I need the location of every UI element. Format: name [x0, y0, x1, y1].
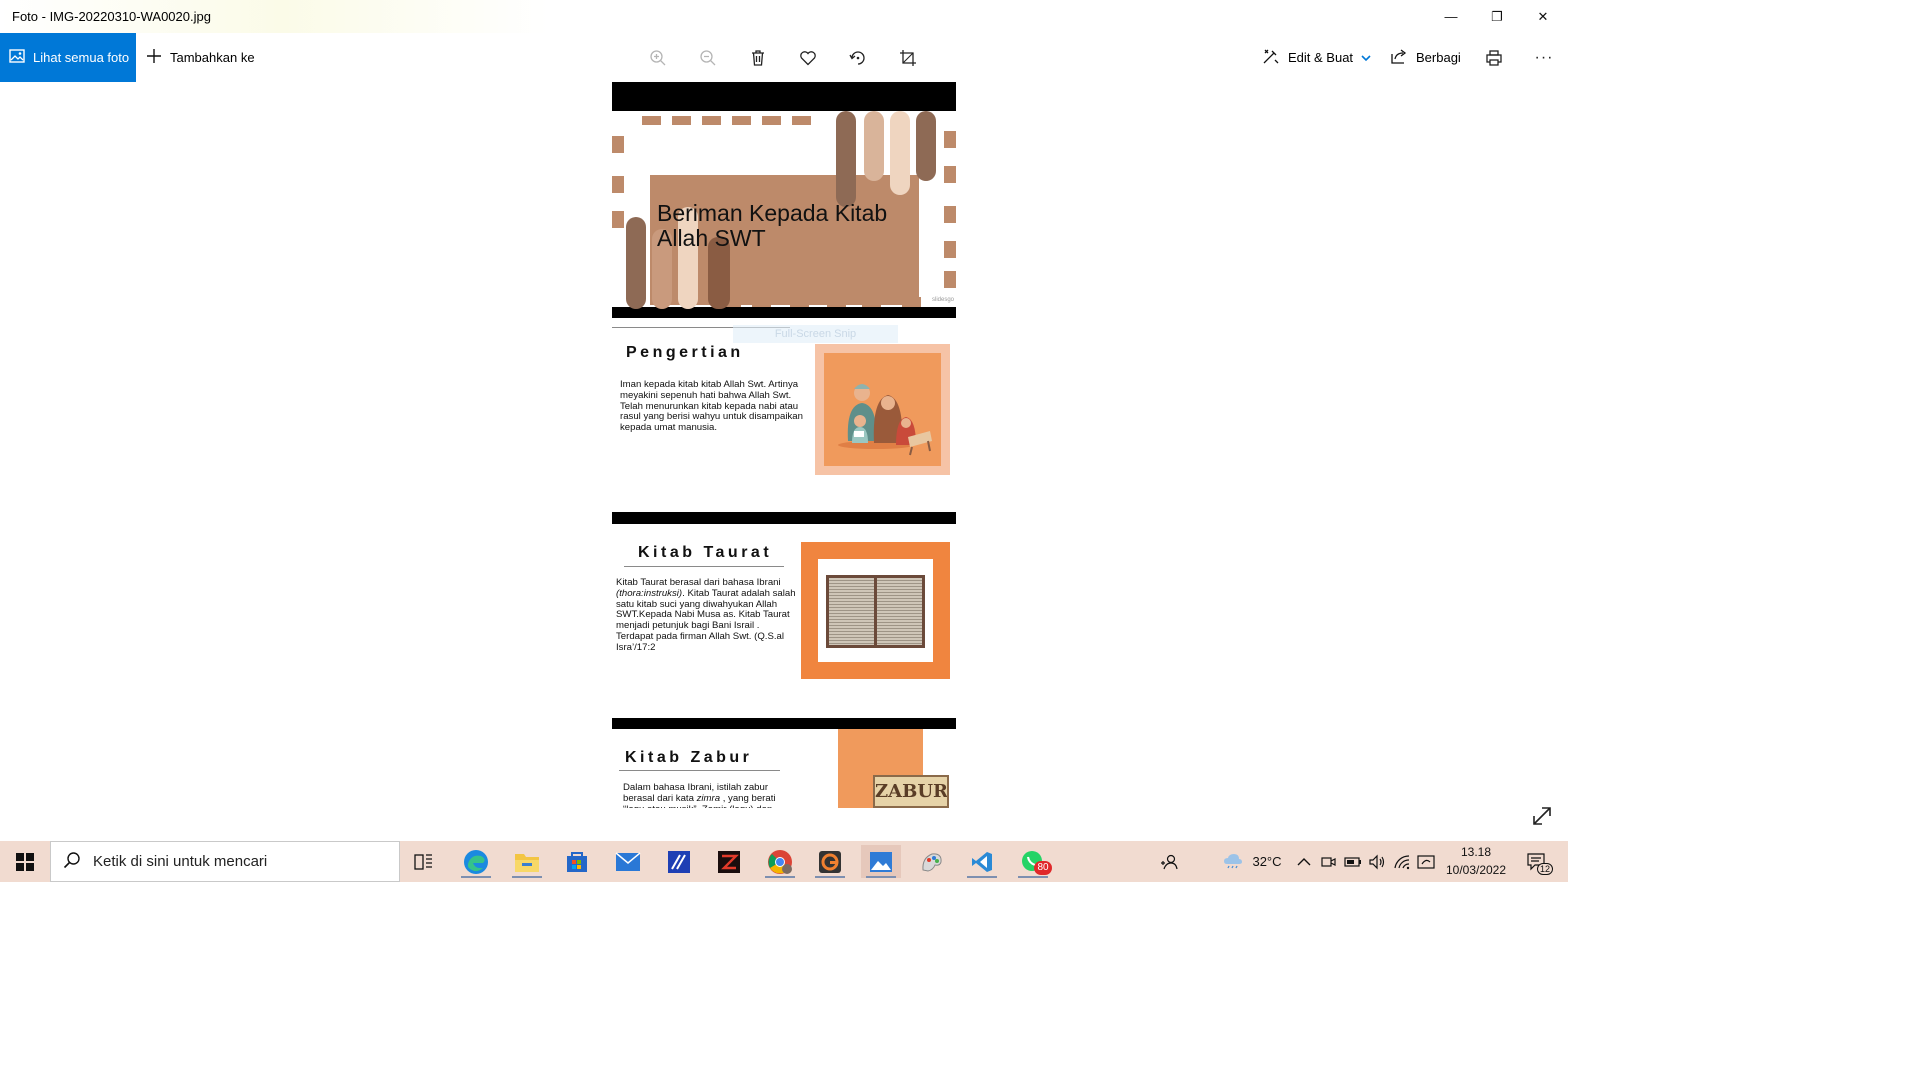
whatsapp-icon[interactable]: 80 [1013, 845, 1053, 878]
battery-icon[interactable] [1342, 845, 1364, 878]
game-launcher-icon[interactable] [709, 845, 749, 878]
active-indicator [866, 876, 896, 878]
people-icon[interactable] [1158, 845, 1180, 878]
more-options-button[interactable]: ··· [1531, 45, 1557, 71]
task-view-icon[interactable] [404, 845, 444, 878]
power-automate-icon[interactable] [659, 845, 699, 878]
restore-button[interactable]: ❐ [1474, 0, 1520, 33]
add-to-label: Tambahkan ke [170, 50, 255, 65]
clock-date: 10/03/2022 [1445, 863, 1507, 877]
slide-title: Beriman Kepada Kitab Allah SWT slidesgo [612, 82, 956, 318]
slide2-body: Iman kepada kitab kitab Allah Swt. Artin… [620, 380, 803, 434]
torah-manuscript-image [826, 575, 925, 648]
whatsapp-unread-badge: 80 [1034, 861, 1052, 875]
vscode-icon[interactable] [962, 845, 1002, 878]
photos-app-icon[interactable] [861, 845, 901, 878]
clock-time: 13.18 [1460, 845, 1492, 859]
snip-overlay: Full-Screen Snip [733, 325, 898, 343]
edit-icon [1262, 47, 1280, 68]
active-indicator [815, 876, 845, 878]
slide3-body-italic: (thora:instruksi) [616, 587, 683, 599]
paint-icon[interactable] [912, 845, 952, 878]
volume-icon[interactable] [1366, 845, 1388, 878]
file-explorer-icon[interactable] [507, 845, 547, 878]
temperature-label: 32°C [1252, 854, 1282, 869]
title-bar [0, 0, 1568, 33]
edit-create-label: Edit & Buat [1288, 50, 1354, 65]
zoom-in-icon[interactable] [645, 45, 671, 71]
minimize-icon: — [1444, 9, 1458, 24]
mail-icon[interactable] [608, 845, 648, 878]
share-button[interactable]: Berbagi [1390, 33, 1461, 82]
slide3-body: Kitab Taurat berasal dari bahasa Ibrani … [616, 577, 796, 654]
taskbar-search-box[interactable]: Ketik di sini untuk mencari [50, 841, 400, 882]
add-to-button[interactable]: Tambahkan ke [146, 33, 255, 82]
slide-watermark: slidesgo [931, 297, 954, 303]
zabur-badge: ZABUR [873, 775, 949, 808]
slide3-image-frame [801, 542, 950, 679]
chevron-down-icon [1361, 50, 1371, 65]
meet-now-icon[interactable] [1318, 845, 1338, 878]
edit-create-button[interactable]: Edit & Buat [1262, 33, 1371, 82]
restore-icon: ❐ [1491, 8, 1503, 24]
close-icon: ✕ [1537, 8, 1549, 24]
photo-icon [9, 48, 25, 67]
weather-icon [1222, 851, 1244, 872]
view-all-photos-label: Lihat semua foto [33, 50, 130, 65]
slide2-image-frame [815, 344, 950, 475]
share-icon [1390, 47, 1408, 68]
slide4-body-italic: zimra [696, 792, 721, 804]
chrome-icon[interactable] [760, 845, 800, 878]
search-icon [63, 851, 81, 873]
fullscreen-icon[interactable] [1530, 804, 1556, 830]
active-indicator [461, 876, 491, 878]
microsoft-store-icon[interactable] [557, 845, 597, 878]
weather-widget[interactable]: 32°C [1216, 845, 1288, 878]
delete-icon[interactable] [745, 45, 771, 71]
family-reading-illustration [824, 353, 941, 466]
close-button[interactable]: ✕ [1520, 0, 1566, 33]
heart-icon[interactable] [795, 45, 821, 71]
crop-icon[interactable] [895, 45, 921, 71]
minimize-button[interactable]: — [1428, 0, 1474, 33]
slide-title-frame: Beriman Kepada Kitab Allah SWT slidesgo [612, 111, 956, 309]
divider [624, 566, 784, 567]
slide2-title: Pengertian [626, 344, 744, 361]
wifi-icon[interactable] [1391, 845, 1413, 878]
slide4-body: Dalam bahasa Ibrani, istilah zabur beras… [623, 783, 799, 808]
input-method-icon[interactable] [1415, 845, 1437, 878]
notification-count: 12 [1537, 863, 1554, 875]
search-placeholder: Ketik di sini untuk mencari [93, 853, 268, 870]
rotate-icon[interactable] [845, 45, 871, 71]
window-title: Foto - IMG-20220310-WA0020.jpg [12, 9, 211, 24]
slide3-title: Kitab Taurat [638, 544, 773, 561]
notification-center-icon[interactable]: 12 [1522, 845, 1554, 878]
active-indicator [512, 876, 542, 878]
divider [619, 770, 780, 771]
active-indicator [1018, 876, 1048, 878]
active-indicator [967, 876, 997, 878]
slide4-title: Kitab Zabur [625, 749, 753, 766]
edge-browser-icon[interactable] [456, 845, 496, 878]
print-icon[interactable] [1481, 45, 1507, 71]
chevron-up-icon[interactable] [1294, 845, 1314, 878]
active-indicator [765, 876, 795, 878]
slide-title-text: Beriman Kepada Kitab Allah SWT [657, 200, 888, 251]
slide-separator-bar [612, 718, 956, 729]
slide3-body-part: Kitab Taurat berasal dari bahasa Ibrani [616, 577, 781, 588]
plus-icon [146, 48, 162, 67]
share-label: Berbagi [1416, 50, 1461, 65]
grammarly-icon[interactable] [810, 845, 850, 878]
view-all-photos-button[interactable]: Lihat semua foto [0, 33, 136, 82]
zoom-out-icon[interactable] [695, 45, 721, 71]
slide-separator-bar [612, 512, 956, 524]
clock[interactable]: 13.18 10/03/2022 [1440, 843, 1512, 881]
windows-start-icon[interactable] [5, 845, 45, 878]
